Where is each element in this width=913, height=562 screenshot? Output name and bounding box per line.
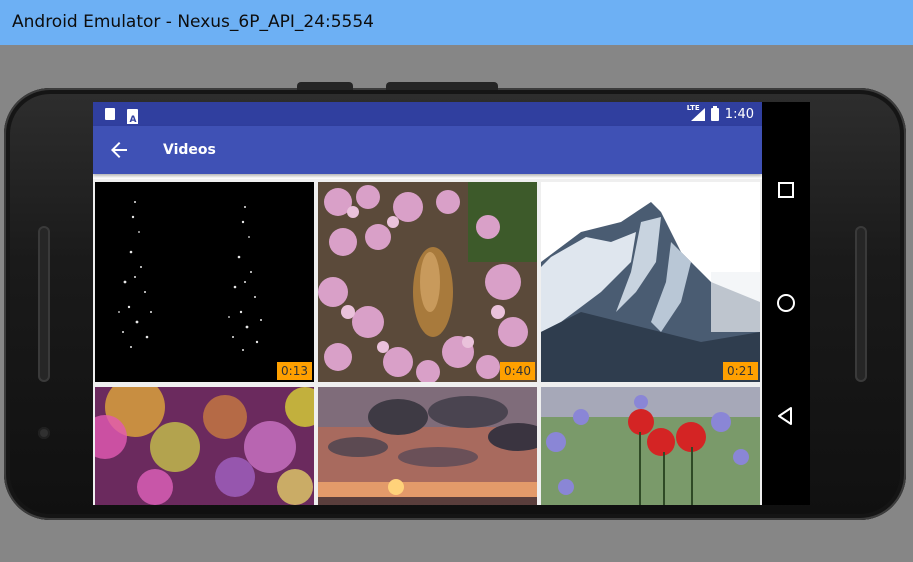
lte-signal-icon: LTE bbox=[686, 104, 705, 121]
home-circle-icon[interactable] bbox=[774, 291, 798, 315]
battery-icon bbox=[710, 105, 719, 121]
device-screen: A LTE 1:40 Videos 0:13 0:40 0:21 bbox=[93, 102, 762, 505]
status-time: 1:40 bbox=[724, 106, 754, 122]
video-thumbnail bbox=[95, 182, 314, 382]
video-tile[interactable]: 0:21 bbox=[541, 182, 760, 382]
video-tile[interactable]: 0:13 bbox=[95, 182, 314, 382]
video-tile[interactable] bbox=[541, 387, 760, 505]
app-bar: Videos bbox=[93, 126, 762, 174]
navigation-bar bbox=[762, 102, 810, 505]
video-thumbnail bbox=[318, 182, 537, 382]
duration-badge: 0:40 bbox=[500, 362, 535, 380]
right-speaker bbox=[855, 226, 867, 382]
left-speaker bbox=[38, 226, 50, 382]
svg-text:A: A bbox=[130, 115, 137, 124]
video-thumbnail bbox=[95, 387, 314, 505]
video-thumbnail bbox=[541, 387, 760, 505]
arrow-back-icon[interactable] bbox=[107, 138, 131, 162]
status-right-group: LTE 1:40 bbox=[686, 104, 754, 122]
top-button-left bbox=[297, 82, 353, 90]
status-bar: A LTE 1:40 bbox=[93, 102, 762, 126]
back-triangle-icon[interactable] bbox=[774, 404, 798, 428]
lte-label: LTE bbox=[686, 104, 700, 112]
video-tile[interactable]: 0:40 bbox=[318, 182, 537, 382]
front-camera bbox=[38, 427, 50, 439]
video-grid: 0:13 0:40 0:21 bbox=[93, 179, 762, 505]
window-title: Android Emulator - Nexus_6P_API_24:5554 bbox=[12, 12, 374, 32]
duration-badge: 0:13 bbox=[277, 362, 312, 380]
video-tile[interactable] bbox=[95, 387, 314, 505]
sd-card-icon bbox=[105, 108, 115, 120]
notification-icon: A bbox=[127, 109, 138, 125]
video-thumbnail bbox=[541, 182, 760, 382]
video-thumbnail bbox=[318, 387, 537, 505]
video-tile[interactable] bbox=[318, 387, 537, 505]
emulator-titlebar[interactable]: Android Emulator - Nexus_6P_API_24:5554 bbox=[0, 0, 913, 45]
top-button-right bbox=[386, 82, 498, 90]
page-title: Videos bbox=[163, 142, 216, 158]
recents-square-icon[interactable] bbox=[774, 178, 798, 202]
duration-badge: 0:21 bbox=[723, 362, 758, 380]
